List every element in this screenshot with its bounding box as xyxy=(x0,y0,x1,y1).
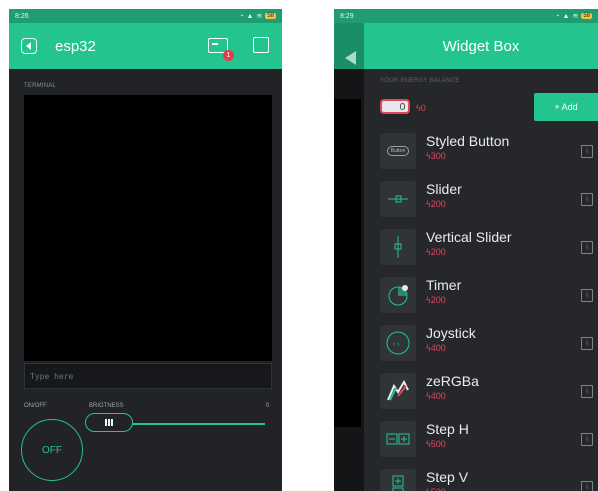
add-energy-button[interactable]: + Add xyxy=(534,93,598,121)
widget-name: Vertical Slider xyxy=(426,229,512,245)
widget-cost: ϟ400 xyxy=(426,343,446,353)
dimmed-app-bar xyxy=(334,23,364,69)
widget-item[interactable]: Button Styled Button ϟ300 i xyxy=(380,129,598,177)
wifi-icon: ≋ xyxy=(572,13,579,20)
widget-cost: ϟ200 xyxy=(426,199,446,209)
terminal-label: TERMINAL xyxy=(24,83,56,89)
slider-label: BRIGTNESS xyxy=(89,403,124,409)
widget-name: Styled Button xyxy=(426,133,510,149)
onoff-button-label: OFF xyxy=(42,444,62,456)
grip-icon xyxy=(103,419,115,426)
joystick-icon: ‹ › xyxy=(380,325,416,361)
info-icon[interactable]: i xyxy=(581,145,593,158)
widget-cost: ϟ200 xyxy=(426,295,446,305)
slider-icon xyxy=(380,181,416,217)
widget-name: Step V xyxy=(426,469,469,485)
play-mode-icon[interactable] xyxy=(253,37,269,53)
alarm-icon: ◔ xyxy=(239,12,244,20)
back-icon[interactable] xyxy=(21,38,37,54)
info-icon[interactable]: i xyxy=(581,481,593,491)
button-text: Button xyxy=(386,146,410,156)
widget-name: Joystick xyxy=(426,325,476,341)
widget-box-header: Widget Box xyxy=(364,23,598,69)
widget-name: Timer xyxy=(426,277,462,293)
step-v-icon xyxy=(380,469,416,491)
info-icon[interactable]: i xyxy=(581,241,593,254)
energy-battery-icon xyxy=(380,99,410,114)
status-icons: ◔ ▲ ≋ 58 xyxy=(555,12,592,20)
status-bar: 8:26 ◔ ▲ ≋ 58 xyxy=(9,9,282,23)
onoff-button[interactable]: OFF xyxy=(21,419,83,481)
step-h-icon xyxy=(380,421,416,457)
info-icon[interactable]: i xyxy=(581,337,593,350)
slider-value: 0 xyxy=(266,403,270,409)
switch-label: ON/OFF xyxy=(24,403,47,409)
info-icon[interactable]: i xyxy=(581,385,593,398)
widget-cost: ϟ200 xyxy=(426,247,446,257)
alarm-icon: ◔ xyxy=(555,12,560,20)
info-icon[interactable]: i xyxy=(581,289,593,302)
project-screen: 8:26 ◔ ▲ ≋ 58 esp32 1 TERMINAL Type here… xyxy=(9,9,282,491)
widget-cost: ϟ300 xyxy=(426,151,446,161)
widget-cost: ϟ500 xyxy=(426,439,446,449)
status-icons: ◔ ▲ ≋ 58 xyxy=(239,12,276,20)
widget-item[interactable]: Step V ϟ500 i xyxy=(380,465,598,491)
battery-level: 58 xyxy=(581,13,592,19)
terminal-output[interactable] xyxy=(24,95,272,361)
signal-icon: ▲ xyxy=(562,12,570,20)
widget-panel: YOUR ENERGY BALANCE ϟ0 + Add Button Style… xyxy=(364,69,598,491)
widget-cost: ϟ400 xyxy=(426,391,446,401)
wifi-icon: ≋ xyxy=(256,13,263,20)
brightness-slider-handle[interactable] xyxy=(85,413,133,432)
terminal-input[interactable]: Type here xyxy=(24,363,272,389)
status-time: 8:29 xyxy=(340,12,354,20)
widget-item[interactable]: Step H ϟ500 i xyxy=(380,417,598,465)
dimmed-terminal xyxy=(334,99,361,427)
vertical-slider-icon xyxy=(380,229,416,265)
signal-icon: ▲ xyxy=(246,12,254,20)
widget-item[interactable]: ‹ › Joystick ϟ400 i xyxy=(380,321,598,369)
zergba-icon xyxy=(380,373,416,409)
widget-name: Step H xyxy=(426,421,469,437)
close-drawer-icon[interactable] xyxy=(345,51,356,65)
info-icon[interactable]: i xyxy=(581,193,593,206)
widget-name: zeRGBa xyxy=(426,373,479,389)
widget-item[interactable]: Timer ϟ200 i xyxy=(380,273,598,321)
info-icon[interactable]: i xyxy=(581,433,593,446)
widget-item[interactable]: Vertical Slider ϟ200 i xyxy=(380,225,598,273)
widget-item[interactable]: Slider ϟ200 i xyxy=(380,177,598,225)
notification-badge: 1 xyxy=(223,50,234,61)
dimmed-background[interactable] xyxy=(334,69,364,491)
widget-box-screen: 8:29 ◔ ▲ ≋ 58 Widget Box YOUR ENERGY BAL… xyxy=(334,9,598,491)
timer-icon xyxy=(380,277,416,313)
project-title: esp32 xyxy=(55,37,96,55)
status-bar: 8:29 ◔ ▲ ≋ 58 xyxy=(334,9,598,23)
battery-level: 58 xyxy=(265,13,276,19)
energy-balance-value: ϟ0 xyxy=(416,103,426,113)
app-bar: esp32 1 xyxy=(9,23,282,69)
widget-list: Button Styled Button ϟ300 i Slider ϟ200 i Verti… xyxy=(380,129,598,491)
status-time: 8:26 xyxy=(15,12,29,20)
widget-item[interactable]: zeRGBa ϟ400 i xyxy=(380,369,598,417)
widget-name: Slider xyxy=(426,181,462,197)
widget-cost: ϟ500 xyxy=(426,487,446,491)
energy-balance-label: YOUR ENERGY BALANCE xyxy=(380,78,460,84)
widget-box-title: Widget Box xyxy=(442,37,520,55)
styled-button-icon: Button xyxy=(380,133,416,169)
svg-text:‹ ›: ‹ › xyxy=(393,341,400,348)
